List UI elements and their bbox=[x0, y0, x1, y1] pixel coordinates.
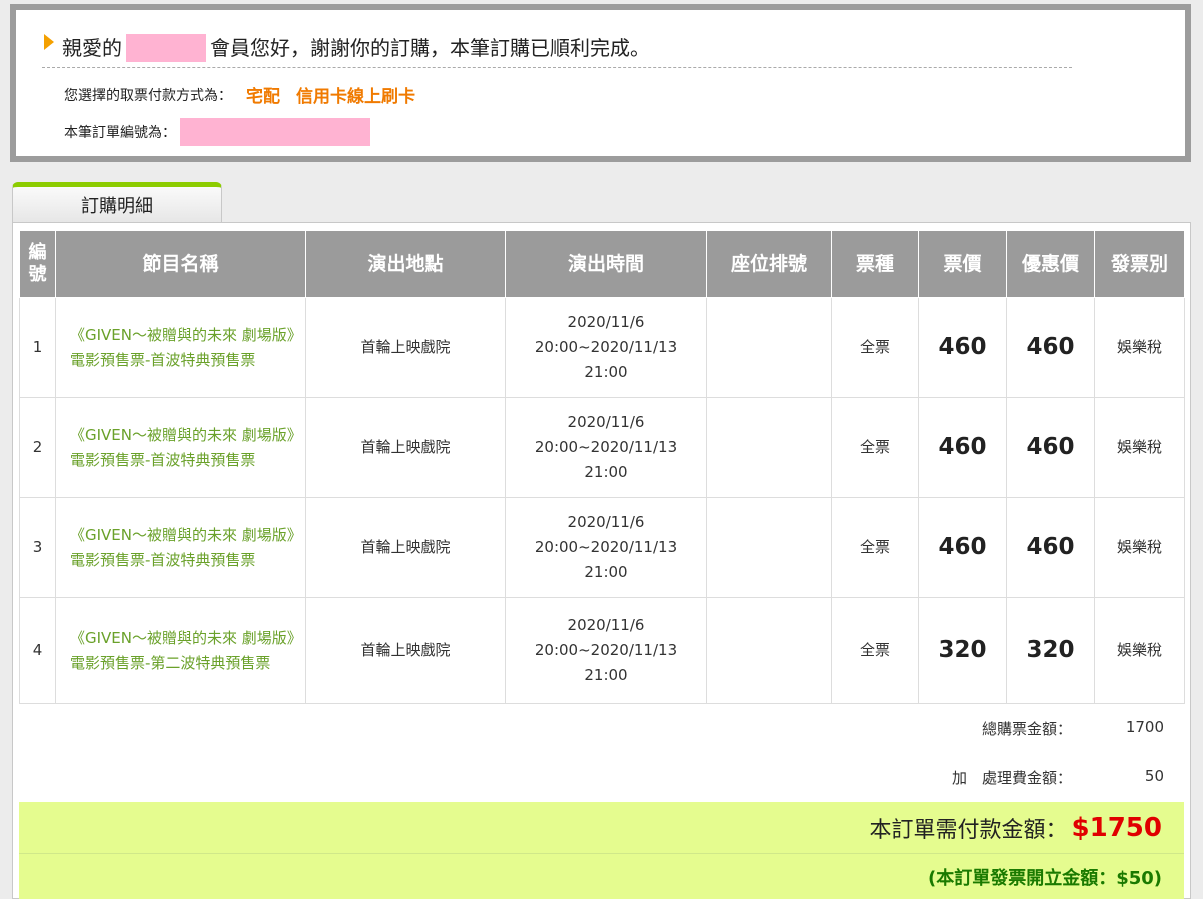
order-details-table: 編號 節目名稱 演出地點 演出時間 座位排號 票種 票價 優惠價 發票別 1 《G… bbox=[19, 230, 1185, 704]
order-confirmation-box: 親愛的 會員您好，謝謝你的訂購，本筆訂購已順利完成。 您選擇的取票付款方式為： … bbox=[10, 4, 1191, 162]
total-label: 本訂單需付款金額： bbox=[869, 817, 1068, 843]
cell-type: 全票 bbox=[831, 397, 919, 498]
time-line: 2020/11/6 bbox=[567, 413, 645, 431]
time-line: 21:00 bbox=[584, 563, 628, 581]
tab-label: 訂購明細 bbox=[81, 196, 153, 217]
cell-seat bbox=[706, 397, 832, 498]
cell-seat bbox=[706, 297, 832, 398]
table-row: 4 《GIVEN～被贈與的未來 劇場版》電影預售票-第二波特典預售票 首輪上映戲院 2… bbox=[19, 597, 1185, 704]
fee-value: 50 bbox=[1144, 767, 1164, 785]
cell-price: 460 bbox=[918, 397, 1007, 498]
time-line: 2020/11/6 bbox=[567, 513, 645, 531]
order-number-row: 本筆訂單編號為： bbox=[64, 118, 370, 146]
cell-time: 2020/11/6 20:00~2020/11/13 21:00 bbox=[505, 397, 707, 498]
order-summary: 總購票金額： 1700 加 處理費金額： 50 bbox=[19, 704, 1184, 804]
cell-discount: 320 bbox=[1006, 597, 1095, 704]
cell-name[interactable]: 《GIVEN～被贈與的未來 劇場版》電影預售票-首波特典預售票 bbox=[55, 497, 306, 598]
cell-discount: 460 bbox=[1006, 397, 1095, 498]
cell-name[interactable]: 《GIVEN～被贈與的未來 劇場版》電影預售票-首波特典預售票 bbox=[55, 397, 306, 498]
order-number-redacted bbox=[180, 118, 370, 146]
order-details-panel: 編號 節目名稱 演出地點 演出時間 座位排號 票種 票價 優惠價 發票別 1 《G… bbox=[12, 222, 1191, 899]
subtotal-row: 總購票金額： 1700 bbox=[982, 718, 1164, 739]
time-line: 2020/11/6 bbox=[567, 313, 645, 331]
cell-no: 2 bbox=[19, 397, 56, 498]
delivery-method: 宅配 bbox=[246, 87, 280, 107]
cell-invoice: 娛樂稅 bbox=[1094, 497, 1185, 598]
cell-name[interactable]: 《GIVEN～被贈與的未來 劇場版》電影預售票-首波特典預售票 bbox=[55, 297, 306, 398]
time-line: 21:00 bbox=[584, 463, 628, 481]
cell-invoice: 娛樂稅 bbox=[1094, 397, 1185, 498]
cell-type: 全票 bbox=[831, 297, 919, 398]
cell-discount: 460 bbox=[1006, 497, 1095, 598]
cell-venue: 首輪上映戲院 bbox=[305, 497, 506, 598]
method-label: 您選擇的取票付款方式為： bbox=[64, 87, 232, 104]
header-seat: 座位排號 bbox=[706, 230, 832, 298]
time-line: 20:00~2020/11/13 bbox=[534, 538, 678, 556]
greeting-message: 親愛的 會員您好，謝謝你的訂購，本筆訂購已順利完成。 bbox=[62, 34, 650, 62]
cell-discount: 460 bbox=[1006, 297, 1095, 398]
table-row: 2 《GIVEN～被贈與的未來 劇場版》電影預售票-首波特典預售票 首輪上映戲院 20… bbox=[19, 397, 1185, 498]
cell-time: 2020/11/6 20:00~2020/11/13 21:00 bbox=[505, 497, 707, 598]
payment-method: 信用卡線上刷卡 bbox=[296, 87, 415, 107]
cell-no: 1 bbox=[19, 297, 56, 398]
header-invoice: 發票別 bbox=[1094, 230, 1185, 298]
cell-time: 2020/11/6 20:00~2020/11/13 21:00 bbox=[505, 297, 707, 398]
member-name-redacted bbox=[126, 34, 206, 62]
arrow-right-icon bbox=[44, 34, 54, 50]
total-row: 本訂單需付款金額： $1750 bbox=[19, 802, 1184, 854]
total-amount: $1750 bbox=[1071, 812, 1162, 843]
time-line: 20:00~2020/11/13 bbox=[534, 338, 678, 356]
cell-seat bbox=[706, 497, 832, 598]
cell-no: 3 bbox=[19, 497, 56, 598]
cell-type: 全票 bbox=[831, 497, 919, 598]
cell-type: 全票 bbox=[831, 597, 919, 704]
divider bbox=[42, 67, 1072, 68]
payment-method-row: 您選擇的取票付款方式為： 宅配 信用卡線上刷卡 bbox=[64, 82, 415, 107]
greeting-prefix: 親愛的 bbox=[62, 36, 122, 60]
cell-price: 460 bbox=[918, 497, 1007, 598]
fee-row: 加 處理費金額： 50 bbox=[952, 767, 1164, 788]
fee-label: 加 處理費金額： bbox=[951, 769, 1072, 787]
cell-invoice: 娛樂稅 bbox=[1094, 297, 1185, 398]
table-row: 1 《GIVEN～被贈與的未來 劇場版》電影預售票-首波特典預售票 首輪上映戲院 20… bbox=[19, 297, 1185, 398]
subtotal-label: 總購票金額： bbox=[981, 720, 1072, 738]
tab-order-details[interactable]: 訂購明細 bbox=[12, 182, 222, 223]
subtotal-value: 1700 bbox=[1125, 718, 1164, 736]
table-header-row: 編號 節目名稱 演出地點 演出時間 座位排號 票種 票價 優惠價 發票別 bbox=[19, 230, 1185, 298]
cell-seat bbox=[706, 597, 832, 704]
invoice-amount-note: (本訂單發票開立金額：$50) bbox=[927, 868, 1162, 889]
header-discount: 優惠價 bbox=[1006, 230, 1095, 298]
cell-venue: 首輪上映戲院 bbox=[305, 297, 506, 398]
order-number-label: 本筆訂單編號為： bbox=[64, 125, 176, 141]
cell-price: 320 bbox=[918, 597, 1007, 704]
time-line: 20:00~2020/11/13 bbox=[534, 641, 678, 659]
time-line: 21:00 bbox=[584, 666, 628, 684]
header-type: 票種 bbox=[831, 230, 919, 298]
cell-time: 2020/11/6 20:00~2020/11/13 21:00 bbox=[505, 597, 707, 704]
time-line: 21:00 bbox=[584, 363, 628, 381]
total-band: 本訂單需付款金額： $1750 (本訂單發票開立金額：$50) bbox=[19, 802, 1184, 899]
cell-no: 4 bbox=[19, 597, 56, 704]
header-name: 節目名稱 bbox=[55, 230, 306, 298]
cell-venue: 首輪上映戲院 bbox=[305, 397, 506, 498]
cell-price: 460 bbox=[918, 297, 1007, 398]
time-line: 20:00~2020/11/13 bbox=[534, 438, 678, 456]
time-line: 2020/11/6 bbox=[567, 616, 645, 634]
header-time: 演出時間 bbox=[505, 230, 707, 298]
header-venue: 演出地點 bbox=[305, 230, 506, 298]
cell-venue: 首輪上映戲院 bbox=[305, 597, 506, 704]
header-price: 票價 bbox=[918, 230, 1007, 298]
cell-invoice: 娛樂稅 bbox=[1094, 597, 1185, 704]
greeting-suffix: 會員您好，謝謝你的訂購，本筆訂購已順利完成。 bbox=[210, 36, 650, 60]
table-row: 3 《GIVEN～被贈與的未來 劇場版》電影預售票-首波特典預售票 首輪上映戲院 20… bbox=[19, 497, 1185, 598]
header-no: 編號 bbox=[19, 230, 56, 298]
cell-name[interactable]: 《GIVEN～被贈與的未來 劇場版》電影預售票-第二波特典預售票 bbox=[55, 597, 306, 704]
